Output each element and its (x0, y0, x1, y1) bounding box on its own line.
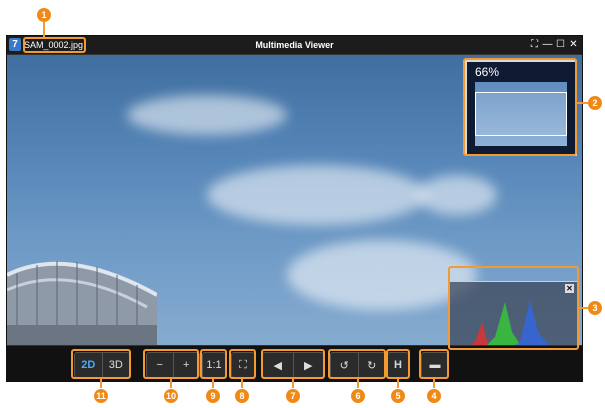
callout-box-7 (261, 349, 325, 379)
minimize-button[interactable]: — (542, 39, 553, 50)
callout-line-1 (43, 22, 45, 37)
callout-badge-1: 1 (37, 8, 51, 22)
callout-line-3 (579, 307, 588, 309)
callout-badge-3: 3 (588, 301, 602, 315)
window-title: Multimedia Viewer (255, 40, 334, 50)
cloud (207, 165, 427, 225)
stadium-image (7, 261, 157, 345)
callout-badge-2: 2 (588, 96, 602, 110)
callout-line-10 (170, 379, 172, 388)
callout-line-6 (357, 379, 359, 388)
maximize-button[interactable]: ☐ (555, 39, 566, 50)
callout-line-7 (292, 379, 294, 388)
callout-line-9 (212, 379, 214, 388)
close-button[interactable]: ✕ (568, 39, 579, 50)
callout-box-10 (143, 349, 199, 379)
callout-line-4 (433, 379, 435, 388)
fullscreen-button[interactable]: ⛶ (529, 39, 540, 50)
callout-line-2 (577, 102, 588, 104)
callout-badge-11: 11 (94, 389, 108, 403)
callout-box-1 (23, 37, 86, 53)
callout-box-6 (328, 349, 386, 379)
callout-box-4 (419, 349, 449, 379)
callout-line-8 (241, 379, 243, 388)
title-bar: 7 SAM_0002.jpg Multimedia Viewer ⛶ — ☐ ✕ (7, 36, 582, 55)
callout-box-9 (200, 349, 227, 379)
cloud (417, 175, 497, 215)
callout-box-2 (463, 58, 577, 156)
callout-line-11 (100, 379, 102, 388)
callout-box-8 (229, 349, 256, 379)
callout-box-11 (71, 349, 131, 379)
callout-badge-9: 9 (206, 389, 220, 403)
callout-box-3 (448, 266, 579, 350)
callout-box-5 (386, 349, 410, 379)
callout-badge-4: 4 (427, 389, 441, 403)
callout-badge-6: 6 (351, 389, 365, 403)
callout-badge-7: 7 (286, 389, 300, 403)
cloud (127, 95, 287, 135)
callout-line-5 (397, 379, 399, 388)
callout-badge-10: 10 (164, 389, 178, 403)
callout-badge-5: 5 (391, 389, 405, 403)
callout-badge-8: 8 (235, 389, 249, 403)
